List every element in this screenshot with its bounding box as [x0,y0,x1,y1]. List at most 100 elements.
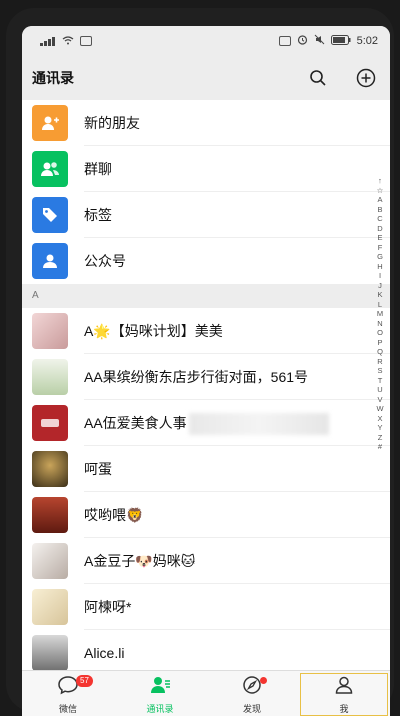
tab-label: 通讯录 [146,703,174,714]
phone-frame: 5:02 通讯录 新的朋友 群聊 标签 公众号 A A🌟【妈咪计划】美美 AA果… [6,8,394,716]
index-letter[interactable]: M [377,309,383,319]
avatar [32,451,68,487]
avatar [32,359,68,395]
index-letter[interactable]: S [377,366,382,376]
notification-icon [80,36,92,46]
avatar [32,497,68,533]
index-letter[interactable]: # [378,442,382,452]
alphabet-index[interactable]: ↑ ☆ A B C D E F G H I J K L M N O P Q R … [374,176,386,452]
contact-row[interactable]: AA伍爱美食人事 [22,400,390,446]
tag-icon [32,197,68,233]
official-accounts-item[interactable]: 公众号 [22,238,390,284]
new-friends-item[interactable]: 新的朋友 [22,100,390,146]
contact-name: 阿楝呀* [84,584,390,630]
index-letter[interactable]: Q [377,347,383,357]
tab-label: 发现 [242,703,261,714]
index-letter[interactable]: I [379,271,381,281]
blurred-region [188,413,329,436]
avatar [32,313,68,349]
official-account-icon [32,243,68,279]
index-letter[interactable]: W [376,404,383,414]
index-letter[interactable]: N [377,319,382,329]
battery-icon [330,34,351,48]
index-letter[interactable]: A [377,195,382,205]
index-letter[interactable]: T [378,376,383,386]
index-letter[interactable]: C [377,214,382,224]
tab-label: 微信 [58,703,77,714]
header-actions [308,68,376,88]
tags-item[interactable]: 标签 [22,192,390,238]
index-letter[interactable]: R [377,357,382,367]
bottom-tab-bar: 57 微信 通讯录 发现 我 [22,670,390,716]
index-letter[interactable]: P [377,338,382,348]
contact-name: AA果缤纷衡东店步行街对面，561号 [84,354,390,400]
tab-me[interactable]: 我 [298,671,390,716]
screen: 5:02 通讯录 新的朋友 群聊 标签 公众号 A A🌟【妈咪计划】美美 AA果… [22,26,390,716]
signal-icon [40,36,56,46]
function-list: 新的朋友 群聊 标签 公众号 [22,100,390,284]
contact-row[interactable]: 呵蛋 [22,446,390,492]
mute-icon [314,34,325,48]
index-letter[interactable]: X [377,414,382,424]
contact-name: 呵蛋 [84,446,390,492]
avatar [32,635,68,671]
status-right: 5:02 [278,34,378,48]
index-letter[interactable]: ↑ [378,176,382,186]
contact-row[interactable]: 哎哟喂🦁 [22,492,390,538]
tab-label: 我 [339,703,349,714]
function-label: 公众号 [84,253,126,269]
index-letter[interactable]: V [377,395,382,405]
status-bar: 5:02 [22,26,390,56]
status-left [40,35,92,48]
index-letter[interactable]: L [378,300,382,310]
function-label: 新的朋友 [84,100,390,146]
nfc-icon [278,36,291,46]
index-letter[interactable]: B [377,205,382,215]
status-time: 5:02 [356,35,378,47]
group-chat-icon [32,151,68,187]
notification-dot [260,677,267,684]
contact-row[interactable]: AA果缤纷衡东店步行街对面，561号 [22,354,390,400]
index-letter[interactable]: Z [378,433,383,443]
page-title: 通讯录 [32,70,74,86]
index-letter[interactable]: ☆ [377,186,384,196]
contact-list: A🌟【妈咪计划】美美 AA果缤纷衡东店步行街对面，561号 AA伍爱美食人事 呵… [22,308,390,676]
tab-discover[interactable]: 发现 [206,671,298,716]
contact-row[interactable]: A🌟【妈咪计划】美美 [22,308,390,354]
contact-name: A金豆子🐶妈咪🐱 [84,538,390,584]
tab-chats[interactable]: 57 微信 [22,671,114,716]
search-icon[interactable] [308,68,328,88]
index-letter[interactable]: O [377,328,383,338]
index-letter[interactable]: Y [377,423,382,433]
tab-contacts[interactable]: 通讯录 [114,671,206,716]
avatar [32,589,68,625]
group-chat-item[interactable]: 群聊 [22,146,390,192]
avatar [32,543,68,579]
index-letter[interactable]: G [377,252,383,262]
compass-icon [242,675,262,700]
wifi-icon [62,35,74,48]
index-letter[interactable]: F [378,243,383,253]
contact-name: A🌟【妈咪计划】美美 [84,308,390,354]
contacts-icon [149,675,171,700]
contact-name: AA伍爱美食人事 [84,415,187,431]
avatar [32,405,68,441]
index-letter[interactable]: D [377,224,382,234]
index-letter[interactable]: K [377,290,382,300]
add-icon[interactable] [356,68,376,88]
section-header: A [22,284,390,308]
index-letter[interactable]: E [377,233,382,243]
add-friend-icon [32,105,68,141]
contact-row[interactable]: A金豆子🐶妈咪🐱 [22,538,390,584]
contact-name-wrap: AA伍爱美食人事 [84,400,390,446]
function-label: 标签 [84,192,390,238]
index-letter[interactable]: J [378,281,382,291]
function-label: 群聊 [84,146,390,192]
index-letter[interactable]: H [377,262,382,272]
person-icon [334,675,354,700]
header: 通讯录 [22,56,390,100]
contact-row[interactable]: 阿楝呀* [22,584,390,630]
alarm-icon [297,34,308,48]
contact-name: 哎哟喂🦁 [84,492,390,538]
index-letter[interactable]: U [377,385,382,395]
